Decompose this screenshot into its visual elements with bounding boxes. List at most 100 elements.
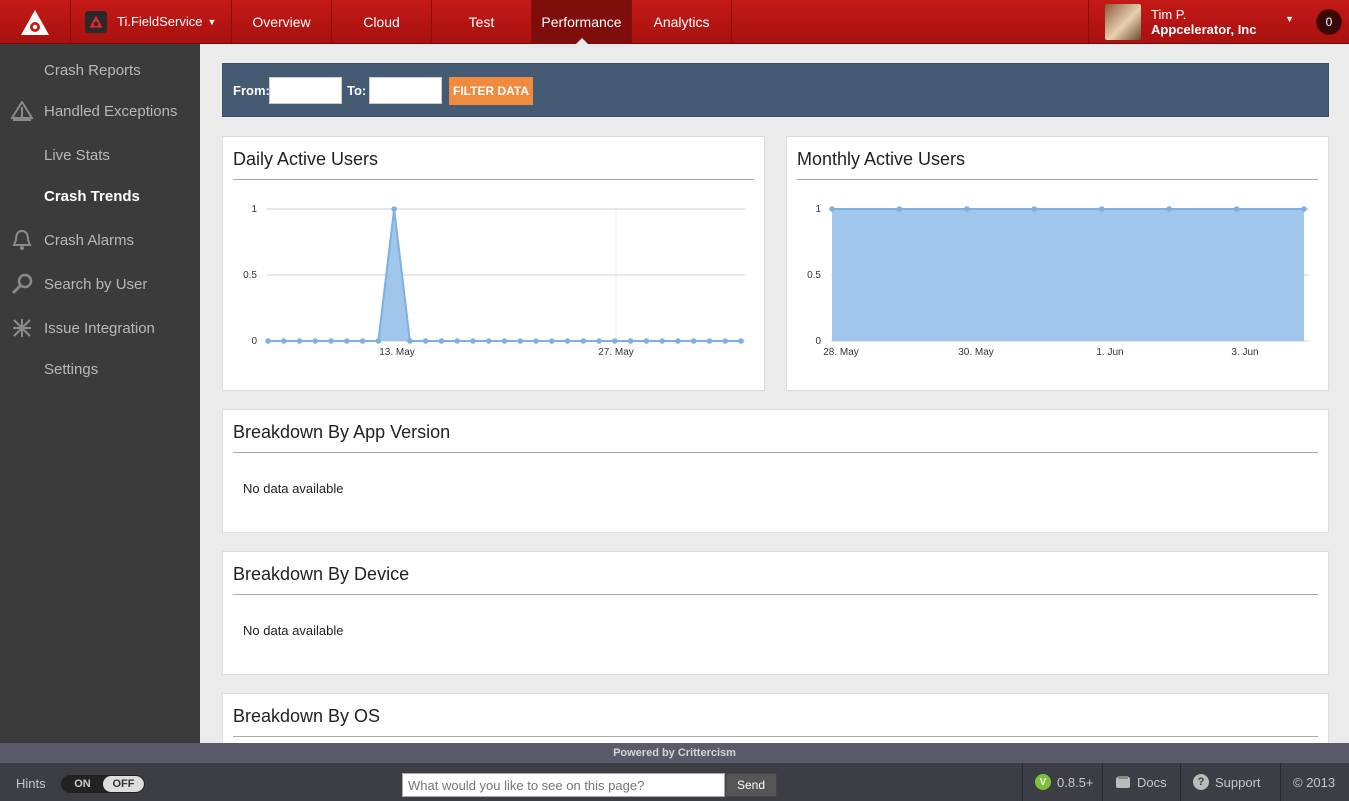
- nav-analytics[interactable]: Analytics: [632, 0, 732, 43]
- sidebar-item-live-stats[interactable]: Live Stats: [0, 135, 200, 175]
- appcelerator-logo-icon: [21, 9, 49, 35]
- filter-data-button[interactable]: FILTER DATA: [449, 77, 533, 105]
- sidebar-item-label: Issue Integration: [44, 319, 155, 337]
- nav-overview[interactable]: Overview: [232, 0, 332, 43]
- data-point: [454, 338, 460, 344]
- data-point: [675, 338, 681, 344]
- footer-bar: Hints ON OFF Send V 0.8.5+ Docs ? Suppor…: [0, 763, 1349, 801]
- os-panel: Breakdown By OS: [222, 693, 1329, 743]
- sidebar-item-label: Crash Alarms: [44, 231, 135, 249]
- x-tick-label: 13. May: [379, 347, 415, 358]
- sidebar-item-label: Crash Reports: [44, 61, 141, 79]
- filter-bar: From: To: FILTER DATA: [222, 63, 1329, 117]
- data-point: [485, 338, 492, 344]
- sidebar: Crash Reports Handled Exceptions Live St…: [0, 44, 200, 743]
- data-point: [438, 338, 445, 344]
- support-label: Support: [1215, 774, 1261, 790]
- data-point: [896, 206, 903, 212]
- data-point: [280, 338, 287, 344]
- shield-icon: [10, 99, 34, 123]
- data-point: [643, 338, 650, 344]
- hints-label: Hints: [16, 776, 46, 791]
- divider: [233, 594, 1318, 595]
- data-point: [722, 338, 729, 344]
- data-point: [627, 338, 634, 344]
- data-point: [580, 338, 587, 344]
- app-selector[interactable]: Ti.FieldService ▼: [70, 0, 232, 43]
- top-bar: Ti.FieldService ▼ Overview Cloud Test Pe…: [0, 0, 1349, 44]
- sidebar-item-search-by-user[interactable]: Search by User: [0, 264, 200, 304]
- version-info[interactable]: V 0.8.5+: [1022, 763, 1102, 801]
- sidebar-item-settings[interactable]: Settings: [0, 349, 200, 389]
- main-nav: Overview Cloud Test Performance Analytic…: [232, 0, 732, 44]
- data-point: [549, 338, 555, 344]
- from-date-input[interactable]: [269, 77, 342, 104]
- data-point: [470, 338, 476, 344]
- user-name: Tim P.: [1151, 6, 1187, 22]
- data-point: [706, 338, 713, 344]
- sidebar-item-label: Settings: [44, 360, 99, 378]
- chevron-down-icon: ▼: [1285, 14, 1294, 24]
- y-tick-label: 0.5: [807, 270, 821, 281]
- no-data-message: No data available: [243, 623, 344, 638]
- data-point: [312, 338, 319, 344]
- mau-chart: 0 0.5 1 28. May 30. May 1. Jun 3. Jun: [807, 204, 1309, 358]
- data-point: [612, 338, 618, 344]
- nav-test[interactable]: Test: [432, 0, 532, 43]
- x-tick-label: 27. May: [598, 347, 634, 358]
- panel-title: Breakdown By Device: [233, 564, 410, 584]
- data-point: [1166, 206, 1172, 212]
- sidebar-item-crash-trends[interactable]: Crash Trends: [0, 176, 200, 216]
- data-point: [501, 338, 508, 344]
- version-badge-icon: V: [1035, 774, 1051, 790]
- notification-count-badge[interactable]: 0: [1316, 9, 1342, 35]
- panel-title: Breakdown By App Version: [233, 422, 451, 442]
- toggle-off: OFF: [103, 776, 144, 792]
- data-point: [375, 338, 382, 344]
- sidebar-item-crash-reports[interactable]: Crash Reports: [0, 50, 200, 90]
- bell-icon: [10, 228, 34, 252]
- feedback-input[interactable]: [402, 773, 725, 797]
- sidebar-item-issue-integration[interactable]: Issue Integration: [0, 308, 200, 348]
- x-tick-label: 30. May: [958, 347, 994, 358]
- data-point: [564, 338, 571, 344]
- data-point: [407, 338, 413, 344]
- nav-performance[interactable]: Performance: [532, 0, 632, 44]
- app-version-panel: Breakdown By App Version No data availab…: [222, 409, 1329, 533]
- data-point: [359, 338, 366, 344]
- copyright: © 2013: [1280, 763, 1349, 801]
- data-point: [422, 338, 429, 344]
- data-point: [1233, 206, 1240, 212]
- support-link[interactable]: ? Support: [1180, 763, 1280, 801]
- divider: [233, 452, 1318, 453]
- sidebar-item-crash-alarms[interactable]: Crash Alarms: [0, 220, 200, 260]
- app-name: Ti.FieldService: [117, 14, 203, 29]
- question-icon: ?: [1193, 774, 1209, 790]
- main-content: From: To: FILTER DATA Daily Active Users…: [200, 44, 1349, 743]
- chevron-down-icon: ▼: [207, 16, 217, 27]
- docs-link[interactable]: Docs: [1102, 763, 1180, 801]
- daily-active-users-panel: Daily Active Users 0 0.5 1 13. May 27. May: [222, 136, 765, 391]
- x-tick-label: 28. May: [823, 347, 859, 358]
- data-point: [596, 338, 602, 344]
- hints-toggle[interactable]: ON OFF: [61, 775, 145, 793]
- data-point: [533, 338, 539, 344]
- data-point: [296, 338, 303, 344]
- powered-by: Powered by Crittercism: [0, 743, 1349, 763]
- x-tick-label: 1. Jun: [1096, 347, 1123, 358]
- sidebar-item-label: Crash Trends: [44, 187, 140, 205]
- y-tick-label: 1: [251, 204, 257, 215]
- user-menu[interactable]: Tim P. Appcelerator, Inc ▼: [1088, 0, 1308, 43]
- sidebar-item-handled-exceptions[interactable]: Handled Exceptions: [0, 91, 200, 131]
- copyright-label: © 2013: [1293, 774, 1336, 790]
- send-button[interactable]: Send: [725, 773, 777, 797]
- data-point: [659, 338, 665, 344]
- to-date-input[interactable]: [369, 77, 442, 104]
- nav-cloud[interactable]: Cloud: [332, 0, 432, 43]
- data-point: [391, 206, 397, 212]
- data-point: [829, 206, 835, 212]
- device-panel: Breakdown By Device No data available: [222, 551, 1329, 675]
- appcelerator-logo[interactable]: [0, 0, 70, 43]
- docs-icon: [1116, 776, 1130, 788]
- panel-title: Breakdown By OS: [233, 706, 381, 726]
